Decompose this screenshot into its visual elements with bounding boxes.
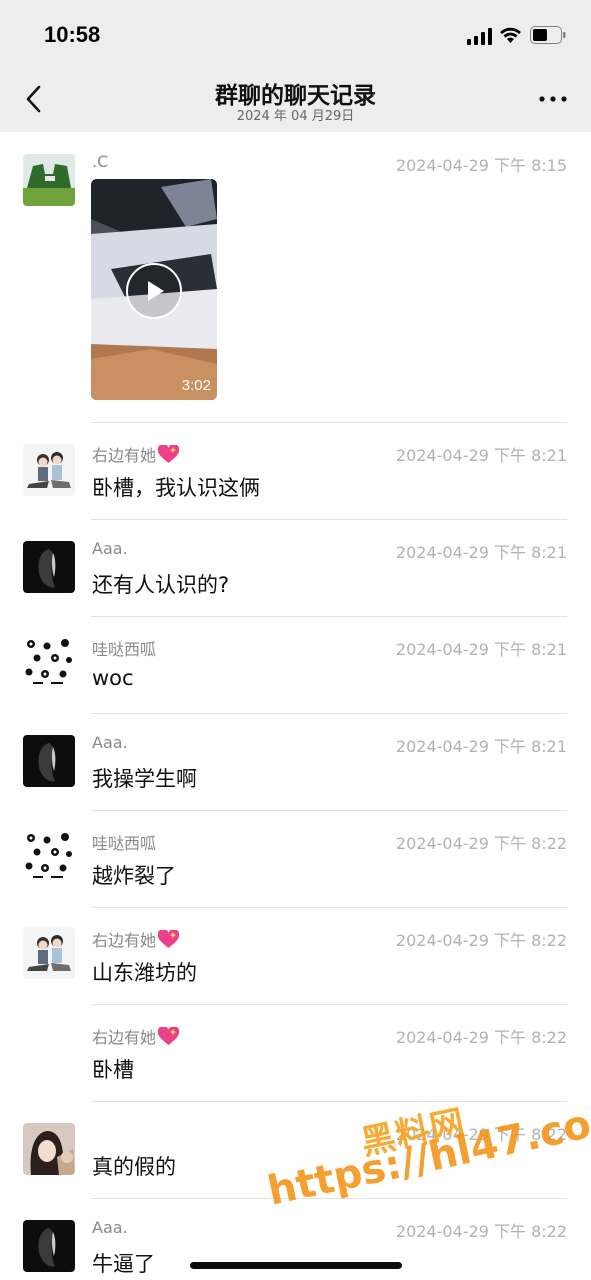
list-item[interactable]: 哇哒西呱 2024-04-29 下午 8:21 woc (0, 616, 591, 714)
avatar-dark-portrait-image (23, 541, 75, 593)
sender-name-text: 右边有她 (92, 446, 157, 465)
message-timestamp: 2024-04-29 下午 8:22 (395, 1125, 567, 1144)
video-duration: 3:02 (181, 377, 211, 394)
list-item[interactable]: .C 2024-04-29 下午 8:15 3:02 (0, 132, 591, 423)
avatar[interactable] (23, 444, 75, 496)
avatar[interactable] (23, 1220, 75, 1272)
avatar[interactable] (23, 927, 75, 979)
message-timestamp: 2024-04-29 下午 8:21 (395, 737, 567, 756)
sparkling-heart-icon (158, 930, 180, 948)
video-message-thumbnail[interactable]: 3:02 (91, 179, 217, 400)
avatar[interactable] (23, 1123, 75, 1175)
sender-name: Aaa. (92, 539, 128, 558)
avatar-grass-field-image (23, 154, 75, 206)
more-options-button[interactable] (533, 84, 573, 114)
avatar-dark-portrait-image (23, 1220, 75, 1272)
sender-name-text: 右边有她 (92, 931, 157, 950)
sender-name: 哇哒西呱 (92, 834, 157, 853)
avatar[interactable] (23, 541, 75, 593)
sender-name: 右边有她 (92, 1024, 180, 1048)
message-timestamp: 2024-04-29 下午 8:22 (395, 1028, 567, 1047)
avatar-couple-cartoon-image (23, 927, 75, 979)
message-text: 还有人认识的? (92, 573, 230, 597)
status-bar: 10:58 (0, 0, 591, 66)
list-item[interactable]: 右边有她 2024-04-29 下午 8:22 山东潍坊的 (0, 907, 591, 1005)
message-text: 牛逼了 (92, 1252, 155, 1276)
cellular-signal-icon (467, 28, 492, 45)
message-timestamp: 2024-04-29 下午 8:22 (395, 834, 567, 853)
sparkling-heart-icon (158, 445, 180, 463)
message-timestamp: 2024-04-29 下午 8:21 (395, 543, 567, 562)
message-timestamp: 2024-04-29 下午 8:22 (395, 1222, 567, 1241)
sender-name: 右边有她 (92, 442, 180, 466)
list-item[interactable]: 哇哒西呱 2024-04-29 下午 8:22 越炸裂了 (0, 810, 591, 908)
wifi-icon (500, 27, 521, 43)
more-dots-icon (539, 96, 567, 102)
list-item[interactable]: Aaa. 2024-04-29 下午 8:21 我操学生啊 (0, 713, 591, 811)
battery-icon (530, 26, 566, 44)
sender-name: Aaa. (92, 1218, 128, 1237)
sender-name-text: 右边有她 (92, 1028, 157, 1047)
message-timestamp: 2024-04-29 下午 8:21 (395, 640, 567, 659)
home-indicator[interactable] (190, 1262, 402, 1269)
list-item[interactable]: 2024-04-29 下午 8:22 真的假的 (0, 1101, 591, 1199)
message-text: 我操学生啊 (92, 767, 197, 791)
avatar[interactable] (23, 154, 75, 206)
sender-name: .C (92, 152, 109, 171)
message-timestamp: 2024-04-29 下午 8:21 (395, 446, 567, 465)
avatar-ha-pattern-image (23, 636, 75, 688)
avatar[interactable] (23, 636, 75, 688)
message-text: woc (92, 666, 134, 690)
message-text: 真的假的 (92, 1155, 176, 1179)
message-text: 卧槽，我认识这俩 (92, 476, 260, 500)
message-timestamp: 2024-04-29 下午 8:22 (395, 931, 567, 950)
sender-name: 哇哒西呱 (92, 640, 157, 659)
list-item[interactable]: 右边有她 2024-04-29 下午 8:22 卧槽 (0, 1004, 591, 1102)
sender-name: Aaa. (92, 733, 128, 752)
page-subtitle-date: 2024 年 04 月29日 (236, 109, 355, 124)
play-icon[interactable] (125, 262, 183, 320)
status-time: 10:58 (44, 22, 101, 47)
message-timestamp: 2024-04-29 下午 8:15 (395, 156, 567, 175)
list-item[interactable]: 右边有她 2024-04-29 下午 8:21 卧槽，我认识这俩 (0, 422, 591, 520)
avatar[interactable] (23, 735, 75, 787)
message-text: 山东潍坊的 (92, 961, 197, 985)
avatar-couple-cartoon-image (23, 444, 75, 496)
message-text: 卧槽 (92, 1058, 134, 1082)
sender-name: 右边有她 (92, 927, 180, 951)
avatar-dark-portrait-image (23, 735, 75, 787)
chat-record-list[interactable]: .C 2024-04-29 下午 8:15 3:02 右边有她 2024-04-… (0, 132, 591, 1280)
message-text: 越炸裂了 (92, 864, 176, 888)
avatar-ha-pattern-image (23, 830, 75, 882)
avatar[interactable] (23, 830, 75, 882)
avatar-girl-photo-image (23, 1123, 75, 1175)
nav-bar: 群聊的聊天记录 2024 年 04 月29日 (0, 66, 591, 132)
sparkling-heart-icon (158, 1027, 180, 1045)
list-item[interactable]: Aaa. 2024-04-29 下午 8:21 还有人认识的? (0, 519, 591, 617)
